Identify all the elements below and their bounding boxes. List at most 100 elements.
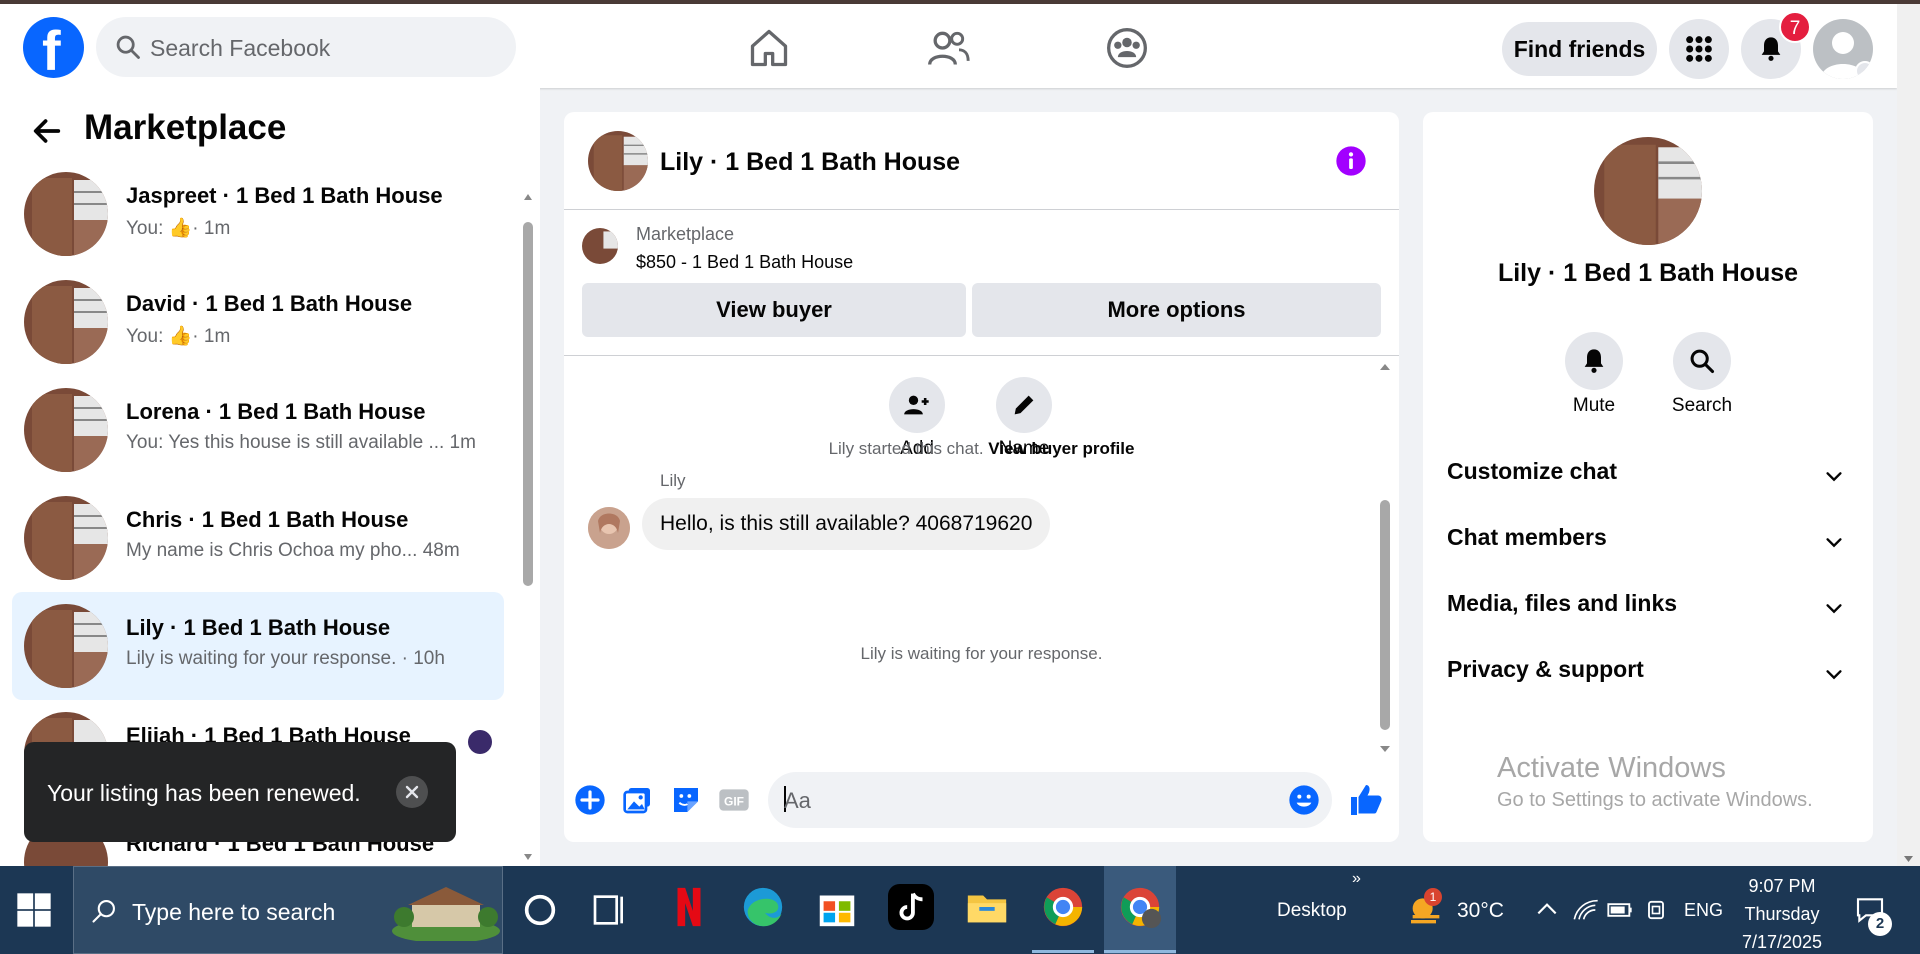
menu-button[interactable] <box>1669 19 1729 79</box>
mute-button[interactable] <box>1565 332 1623 390</box>
taskbar-search-input[interactable]: Type here to search <box>132 899 335 926</box>
conversation-item-chris[interactable]: Chris · 1 Bed 1 Bath House My name is Ch… <box>12 484 504 592</box>
microsoft-store-icon[interactable] <box>814 884 860 930</box>
listing-source: Marketplace <box>636 224 735 244</box>
search-icon <box>1690 349 1715 374</box>
details-name: Lily · 1 Bed 1 Bath House <box>1497 259 1799 287</box>
chrome-icon[interactable] <box>1040 884 1086 930</box>
search-highlight-image <box>392 887 500 941</box>
message-bubble[interactable]: Hello, is this still available? 40687196… <box>642 498 1051 550</box>
conversation-preview: You: 👍· 1m <box>126 326 231 347</box>
view-buyer-button[interactable]: View buyer <box>582 283 966 337</box>
name-chat-button[interactable] <box>996 377 1052 433</box>
clock[interactable]: 9:07 PM Thursday 7/17/2025 <box>1722 872 1842 954</box>
listing-thumbnail <box>582 228 618 264</box>
facebook-logo-icon[interactable]: f <box>23 17 84 79</box>
search-input[interactable]: Search Facebook <box>150 35 330 62</box>
add-people-button[interactable] <box>889 377 945 433</box>
chrome-running-indicator <box>1032 950 1094 953</box>
notification-badge: 7 <box>1779 11 1811 43</box>
conversation-name: David · 1 Bed 1 Bath House <box>126 291 413 316</box>
listing-price[interactable]: $850 - 1 Bed 1 Bath House <box>636 252 853 273</box>
emoji-icon[interactable] <box>1288 784 1320 816</box>
close-icon <box>405 785 419 799</box>
find-friends-button[interactable]: Find friends <box>1502 22 1657 76</box>
message-input-placeholder: Aa <box>784 788 811 813</box>
chat-details-panel: Lily · 1 Bed 1 Bath House Mute Search Cu… <box>1423 112 1873 842</box>
chevron-up-icon[interactable] <box>1534 896 1560 922</box>
panel-title: Marketplace <box>84 108 287 147</box>
customize-chat-section[interactable]: Customize chat <box>1447 458 1849 498</box>
search-conversation-button[interactable] <box>1673 332 1731 390</box>
wifi-icon[interactable] <box>1572 896 1600 924</box>
like-thumbs-up-icon[interactable] <box>1348 782 1384 818</box>
volume-icon[interactable] <box>1642 896 1670 924</box>
toast-message: Your listing has been renewed. <box>47 780 361 806</box>
taskbar-search-box[interactable]: Type here to search <box>73 866 503 954</box>
privacy-support-section[interactable]: Privacy & support <box>1447 656 1849 696</box>
media-files-links-section[interactable]: Media, files and links <box>1447 590 1849 630</box>
waiting-notice: Lily is waiting for your response. <box>860 644 1103 663</box>
home-icon[interactable] <box>747 26 791 70</box>
listing-thumbnail <box>24 388 108 472</box>
tiktok-icon[interactable] <box>888 884 934 930</box>
account-avatar[interactable] <box>1813 19 1873 79</box>
chat-title[interactable]: Lily · 1 Bed 1 Bath House <box>660 148 960 177</box>
chat-header: Lily · 1 Bed 1 Bath House <box>564 112 1399 210</box>
bell-icon <box>1584 349 1604 373</box>
seen-avatar <box>468 730 492 754</box>
search-box[interactable]: Search Facebook <box>96 17 516 77</box>
netflix-icon[interactable] <box>666 884 712 930</box>
chat-members-section[interactable]: Chat members <box>1447 524 1849 564</box>
grid-menu-icon <box>1686 36 1712 62</box>
gif-icon[interactable]: GIF <box>718 784 750 816</box>
desktop-toolbar-label[interactable]: Desktop <box>1277 900 1347 922</box>
page-scrollbar[interactable] <box>1897 4 1920 866</box>
clock-day: Thursday <box>1744 904 1820 924</box>
chat-thumbnail[interactable] <box>588 131 648 191</box>
toast-notification: Your listing has been renewed. <box>24 742 456 842</box>
svg-text:GIF: GIF <box>724 794 744 808</box>
conversation-preview: Lily is waiting for your response. · 10h <box>126 648 445 669</box>
back-arrow-icon[interactable] <box>30 114 64 148</box>
message-input[interactable]: Aa <box>768 772 1332 828</box>
toast-close-button[interactable] <box>396 776 428 808</box>
plus-circle-icon[interactable] <box>574 784 606 816</box>
top-navigation-bar: f Search Facebook Find friends 7 <box>0 4 1897 88</box>
groups-icon[interactable] <box>1105 26 1149 70</box>
windows-taskbar: Type here to search » Desktop 1 30°C ENG… <box>0 866 1920 954</box>
edge-browser-icon[interactable] <box>740 884 786 930</box>
chrome-profile-icon[interactable] <box>1117 884 1163 930</box>
conversation-item-lily[interactable]: Lily · 1 Bed 1 Bath House Lily is waitin… <box>12 592 504 700</box>
chat-started-notice: Lily started this chat. View buyer profi… <box>828 439 1135 458</box>
details-thumbnail <box>1594 137 1702 245</box>
chevron-down-icon <box>1826 604 1842 614</box>
conversation-item-lorena[interactable]: Lorena · 1 Bed 1 Bath House You: Yes thi… <box>12 376 504 484</box>
more-options-button[interactable]: More options <box>972 283 1381 337</box>
task-view-icon[interactable] <box>590 890 630 930</box>
view-buyer-profile-link[interactable]: View buyer profile <box>988 439 1134 458</box>
weather-temperature[interactable]: 30°C <box>1457 899 1504 923</box>
input-language[interactable]: ENG <box>1684 900 1723 921</box>
sticker-icon[interactable] <box>670 784 702 816</box>
battery-icon[interactable] <box>1606 896 1634 924</box>
inbox-scrollbar[interactable] <box>522 188 534 866</box>
message-composer: GIF Aa <box>564 762 1399 842</box>
photo-icon[interactable] <box>622 784 654 816</box>
info-icon[interactable] <box>1335 145 1367 177</box>
conversation-item-david[interactable]: David · 1 Bed 1 Bath House You: 👍· 1m <box>12 268 504 376</box>
overflow-chevron-icon[interactable]: » <box>1352 870 1361 888</box>
watermark-title: Activate Windows <box>1497 752 1726 784</box>
listing-thumbnail <box>24 172 108 256</box>
bell-icon <box>1761 37 1781 61</box>
sender-avatar[interactable] <box>588 507 630 549</box>
clock-time: 9:07 PM <box>1748 876 1816 896</box>
cortana-icon[interactable] <box>520 890 560 930</box>
windows-start-icon[interactable] <box>14 890 54 930</box>
file-explorer-icon[interactable] <box>964 884 1010 930</box>
conversation-item-jaspreet[interactable]: Jaspreet · 1 Bed 1 Bath House You: 👍· 1m <box>12 160 504 268</box>
friends-icon[interactable] <box>926 26 970 70</box>
thread-scrollbar[interactable] <box>1378 360 1392 756</box>
chevron-down-icon <box>1826 670 1842 680</box>
add-person-icon <box>904 395 929 415</box>
